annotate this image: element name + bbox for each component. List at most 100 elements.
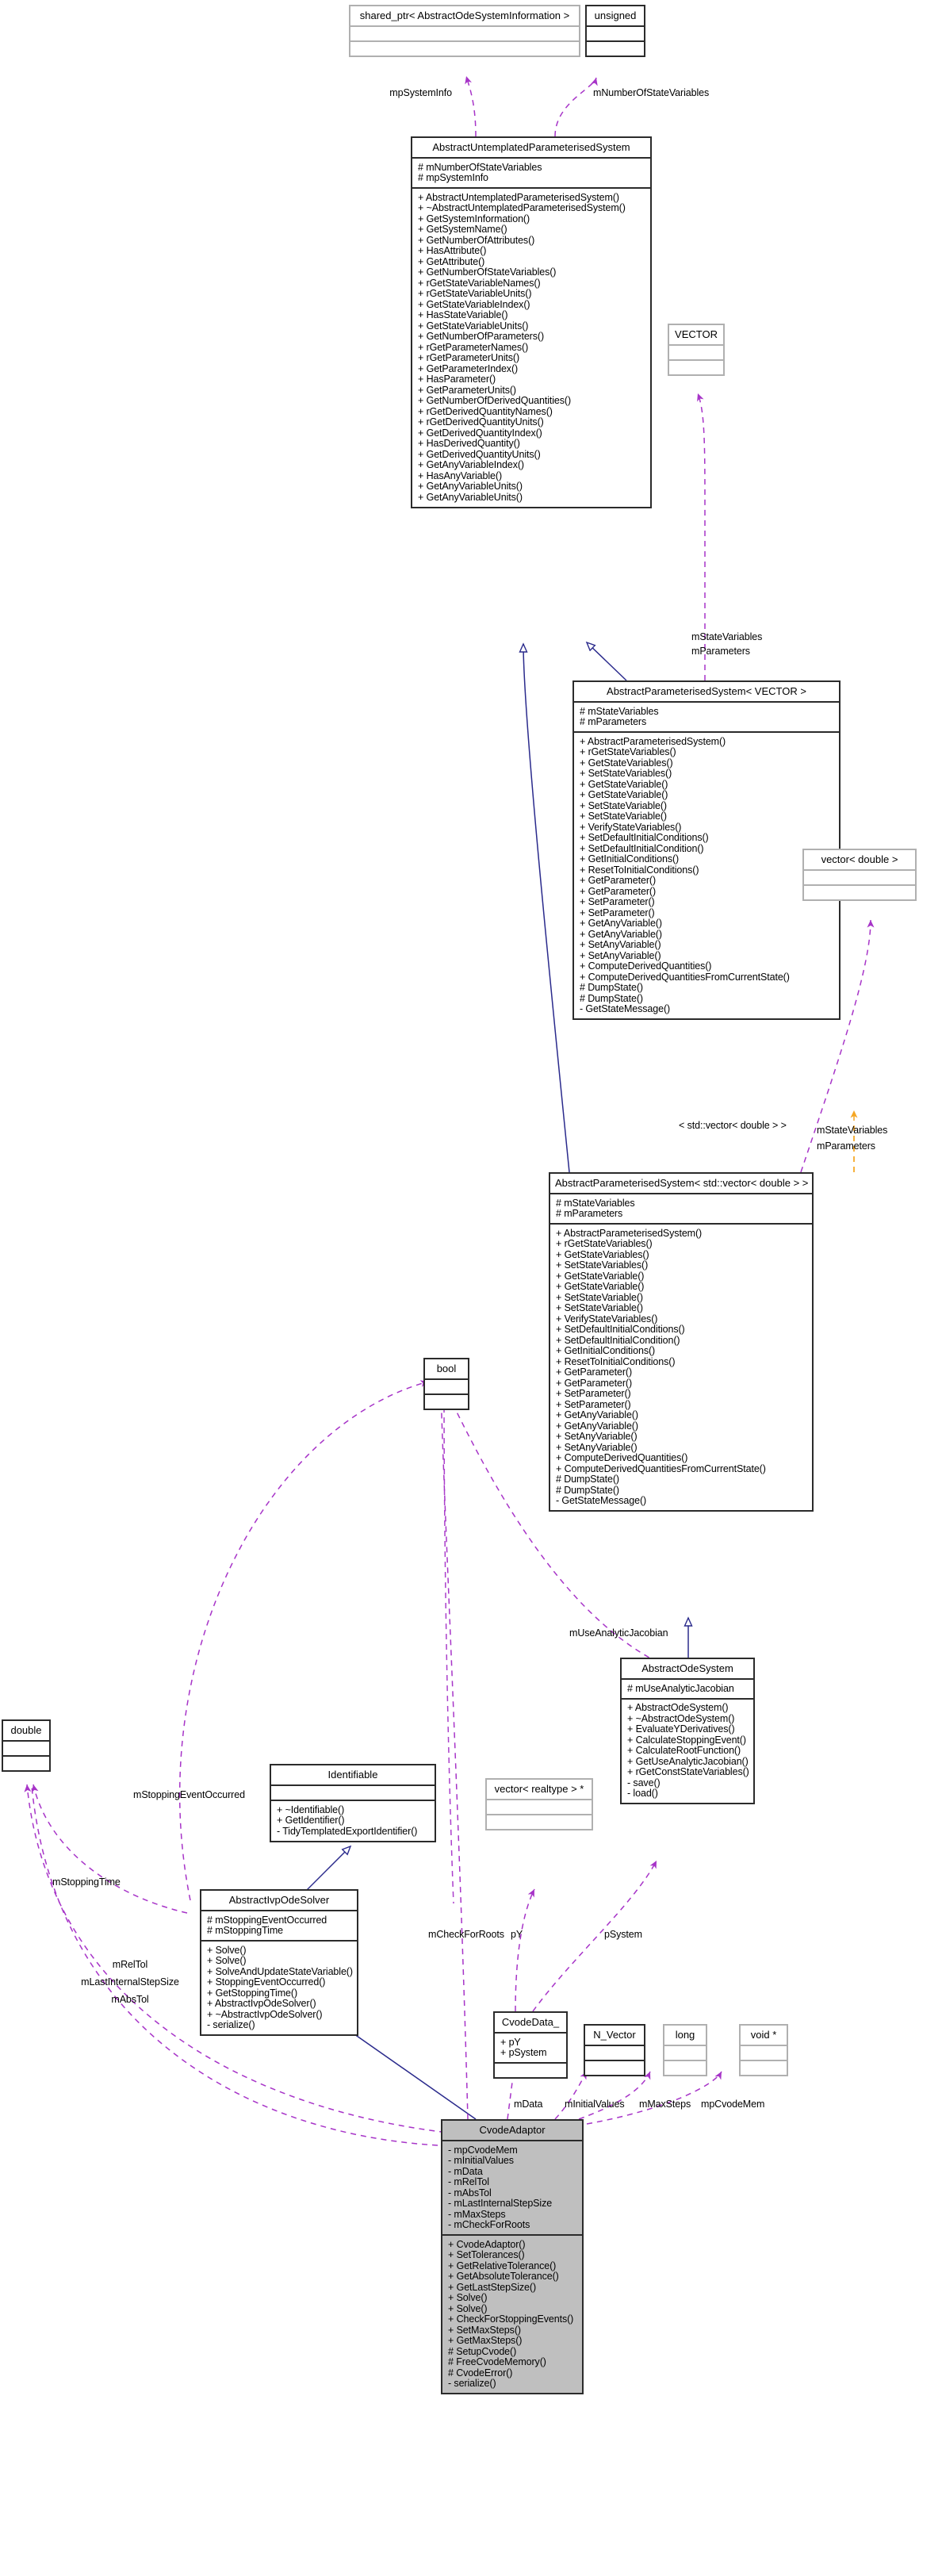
edge-label-m-parameters-top: mParameters [691, 646, 750, 657]
operation-row: # DumpState() [556, 1474, 619, 1485]
edge-label-mp-cvode-mem: mpCvodeMem [701, 2099, 765, 2110]
attribute-row: + pSystem [500, 2047, 547, 2058]
operation-row: + GetAnyVariable() [556, 1409, 638, 1420]
class-node-n-vector[interactable]: N_Vector [584, 2024, 645, 2076]
operation-row: + GetNumberOfParameters() [418, 331, 545, 342]
operation-row: - save() [627, 1777, 661, 1788]
operation-row: + GetParameter() [580, 885, 657, 897]
edge-label-m-check-for-roots: mCheckForRoots [428, 1929, 504, 1940]
operation-row: + GetStateVariables() [556, 1248, 649, 1260]
operation-row: + GetStateVariables() [580, 757, 673, 769]
class-node-vector-realtype-ptr[interactable]: vector< realtype > * [485, 1778, 593, 1830]
operation-row: + rGetDerivedQuantityUnits() [418, 416, 544, 427]
attributes-compartment [664, 2046, 706, 2060]
attribute-row: # mStoppingTime [207, 1925, 283, 1936]
attributes-compartment [3, 1742, 49, 1755]
operation-row: + AbstractParameterisedSystem() [556, 1227, 703, 1239]
operation-row: + StoppingEventOccurred() [207, 1976, 326, 1988]
attribute-row: # mParameters [580, 716, 647, 727]
class-node-identifiable[interactable]: Identifiable + ~Identifiable() + GetIden… [270, 1764, 436, 1842]
class-title: unsigned [594, 10, 637, 21]
operation-row: + GetSystemInformation() [418, 213, 530, 224]
attributes-compartment: # mNumberOfStateVariables # mpSystemInfo [412, 159, 650, 187]
class-title: VECTOR [675, 328, 718, 340]
operation-row: + rGetStateVariables() [580, 746, 676, 757]
operations-compartment [664, 2061, 706, 2075]
operation-row: + GetAnyVariableUnits() [418, 481, 523, 492]
operation-row: + GetStateVariableIndex() [418, 298, 530, 310]
operation-row: + GetStateVariable() [556, 1270, 645, 1282]
operation-row: + GetAnyVariable() [580, 928, 662, 940]
operation-row: + ~Identifiable() [277, 1804, 345, 1815]
attributes-compartment [585, 2046, 644, 2060]
class-node-abstract-parameterised-system-vector[interactable]: AbstractParameterisedSystem< VECTOR > # … [572, 680, 841, 1020]
class-node-double[interactable]: double [2, 1719, 51, 1772]
class-node-vector-template-param[interactable]: VECTOR [668, 324, 725, 376]
class-title: void * [750, 2029, 777, 2041]
operation-row: + rGetConstStateVariables() [627, 1766, 749, 1777]
class-node-shared-ptr-ode-system-information[interactable]: shared_ptr< AbstractOdeSystemInformation… [349, 5, 580, 57]
operation-row: + CalculateRootFunction() [627, 1745, 741, 1756]
operation-row: + HasParameter() [418, 374, 496, 385]
class-node-cvode-adaptor[interactable]: CvodeAdaptor - mpCvodeMem - mInitialValu… [441, 2119, 584, 2394]
attribute-row: - mInitialValues [448, 2155, 514, 2166]
operation-row: + ~AbstractIvpOdeSolver() [207, 2008, 323, 2020]
class-title: AbstractParameterisedSystem< std::vector… [555, 1177, 809, 1189]
class-title: N_Vector [593, 2029, 636, 2041]
operation-row: + GetParameterIndex() [418, 362, 519, 374]
operation-row: + GetDerivedQuantityIndex() [418, 427, 542, 439]
operation-row: + GetStoppingTime() [207, 1987, 298, 1999]
class-node-unsigned[interactable]: unsigned [585, 5, 645, 57]
class-node-abstract-ode-system[interactable]: AbstractOdeSystem # mUseAnalyticJacobian… [620, 1658, 755, 1804]
attributes-compartment: - mpCvodeMem - mInitialValues - mData - … [442, 2141, 582, 2234]
operation-row: + GetMaxSteps() [448, 2335, 523, 2346]
operation-row: + GetAbsoluteTolerance() [448, 2271, 559, 2282]
attribute-row: # mNumberOfStateVariables [418, 161, 542, 173]
operation-row: + GetInitialConditions() [556, 1345, 656, 1356]
class-title: AbstractIvpOdeSolver [228, 1894, 330, 1906]
edge-label-template-binding: < std::vector< double > > [679, 1120, 787, 1131]
class-title: AbstractUntemplatedParameterisedSystem [432, 141, 630, 153]
operation-row: + SetDefaultInitialConditions() [580, 832, 709, 843]
class-node-abstract-parameterised-system-std-vector-double[interactable]: AbstractParameterisedSystem< std::vector… [549, 1172, 814, 1512]
operation-row: + GetSystemName() [418, 224, 507, 235]
edge-label-m-state-variables-top: mStateVariables [691, 631, 763, 642]
class-title: long [675, 2029, 695, 2041]
operation-row: + GetAnyVariable() [580, 918, 662, 929]
attribute-row: # mStoppingEventOccurred [207, 1914, 327, 1926]
class-node-long[interactable]: long [663, 2024, 707, 2076]
operation-row: - serialize() [207, 2019, 255, 2030]
operation-row: + GetStateVariable() [580, 789, 668, 800]
operations-compartment [585, 2061, 644, 2075]
operation-row: + ComputeDerivedQuantities() [580, 960, 712, 972]
attributes-compartment [425, 1380, 468, 1393]
class-node-vector-double[interactable]: vector< double > [802, 849, 917, 901]
operation-row: + AbstractUntemplatedParameterisedSystem… [418, 191, 619, 203]
class-node-abstract-untemplated-parameterised-system[interactable]: AbstractUntemplatedParameterisedSystem #… [411, 136, 652, 508]
class-node-abstract-ivp-ode-solver[interactable]: AbstractIvpOdeSolver # mStoppingEventOcc… [200, 1889, 358, 2036]
operation-row: + SetAnyVariable() [580, 949, 661, 961]
operation-row: + SetStateVariable() [580, 811, 667, 822]
class-node-void-ptr[interactable]: void * [739, 2024, 788, 2076]
operation-row: + rGetDerivedQuantityNames() [418, 405, 553, 417]
operations-compartment: + AbstractOdeSystem() + ~AbstractOdeSyst… [622, 1700, 753, 1804]
edge-label-m-stopping-event-occurred: mStoppingEventOccurred [133, 1789, 245, 1800]
operation-row: - TidyTemplatedExportIdentifier() [277, 1825, 418, 1837]
class-node-bool[interactable]: bool [423, 1358, 469, 1410]
attribute-row: - mAbsTol [448, 2187, 492, 2198]
operation-row: + ComputeDerivedQuantities() [556, 1452, 688, 1463]
operation-row: + Solve() [207, 1944, 247, 1956]
operation-row: + SetDefaultInitialCondition() [556, 1334, 680, 1346]
operation-row: + SetStateVariables() [556, 1259, 649, 1271]
operation-row: + GetDerivedQuantityUnits() [418, 448, 541, 460]
operations-compartment: + CvodeAdaptor() + SetTolerances() + Get… [442, 2236, 582, 2393]
class-title: double [10, 1724, 42, 1736]
class-node-cvode-data[interactable]: CvodeData_ + pY + pSystem [493, 2011, 568, 2079]
operations-compartment [487, 1815, 592, 1829]
attributes-compartment [804, 871, 915, 884]
operation-row: + SetMaxSteps() [448, 2324, 521, 2336]
operation-row: + HasDerivedQuantity() [418, 438, 520, 449]
attribute-row: - mData [448, 2165, 483, 2177]
operation-row: + VerifyStateVariables() [556, 1313, 658, 1324]
class-title: AbstractOdeSystem [641, 1662, 733, 1674]
